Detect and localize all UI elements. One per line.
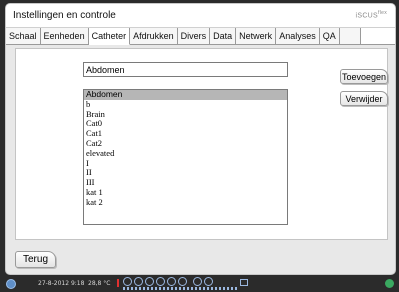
catheter-list[interactable]: Abdomen b Brain Cat0 Cat1 Cat2 elevated … (83, 89, 288, 225)
tab-eenheden[interactable]: Eenheden (40, 28, 89, 44)
tab-catheter[interactable]: Catheter (88, 28, 131, 45)
sample-strip-icon (123, 287, 238, 290)
title-bar: Instellingen en controle iSCUSflex (6, 4, 395, 28)
position-dot-icon (123, 277, 132, 286)
list-item[interactable]: I (84, 158, 287, 169)
list-item[interactable]: Abdomen (84, 90, 287, 100)
position-dot-icon (167, 277, 176, 286)
add-button[interactable]: Toevoegen (340, 69, 388, 84)
list-item[interactable]: Brain (84, 109, 287, 120)
tab-empty (339, 28, 361, 44)
list-item[interactable]: kat 2 (84, 197, 287, 208)
position-dot-icon (134, 277, 143, 286)
tab-schaal[interactable]: Schaal (6, 28, 41, 44)
list-item[interactable]: Cat2 (84, 138, 287, 149)
status-temperature: 28,8 °C (88, 280, 111, 287)
catheter-name-input[interactable] (83, 62, 288, 77)
list-item[interactable]: Cat1 (84, 128, 287, 139)
tab-analyses[interactable]: Analyses (276, 28, 320, 44)
position-dot-icon (178, 277, 187, 286)
remove-button[interactable]: Verwijder (340, 91, 388, 106)
power-icon[interactable] (6, 279, 16, 289)
tray-icon (240, 279, 248, 286)
position-dot-icon (204, 277, 213, 286)
list-item[interactable]: kat 1 (84, 187, 287, 198)
list-item[interactable]: II (84, 168, 287, 178)
list-item[interactable]: b (84, 99, 287, 110)
position-dot-icon (193, 277, 202, 286)
settings-window: Instellingen en controle iSCUSflex Schaa… (5, 3, 396, 275)
tab-qa[interactable]: QA (319, 28, 340, 44)
list-item[interactable]: elevated (84, 148, 287, 159)
list-item[interactable]: Cat0 (84, 119, 287, 129)
network-status-icon (385, 279, 394, 288)
status-datetime: 27-8-2012 9:18 (38, 280, 85, 287)
window-title: Instellingen en controle (13, 10, 116, 21)
tab-divers[interactable]: Divers (177, 28, 211, 44)
tab-bar: Schaal Eenheden Catheter Afdrukken Diver… (6, 28, 395, 45)
position-dot-icon (145, 277, 154, 286)
tab-netwerk[interactable]: Netwerk (236, 28, 277, 44)
list-item[interactable]: III (84, 177, 287, 188)
sample-position-indicator (123, 277, 238, 290)
tab-data[interactable]: Data (210, 28, 237, 44)
catheter-panel: Abdomen b Brain Cat0 Cat1 Cat2 elevated … (15, 48, 388, 240)
alarm-marker-icon (117, 279, 119, 287)
tab-afdrukken[interactable]: Afdrukken (130, 28, 178, 44)
status-bar: 27-8-2012 9:18 28,8 °C (0, 276, 399, 292)
back-button[interactable]: Terug (15, 251, 56, 268)
position-dot-icon (156, 277, 165, 286)
brand-logo: iSCUSflex (355, 10, 387, 20)
